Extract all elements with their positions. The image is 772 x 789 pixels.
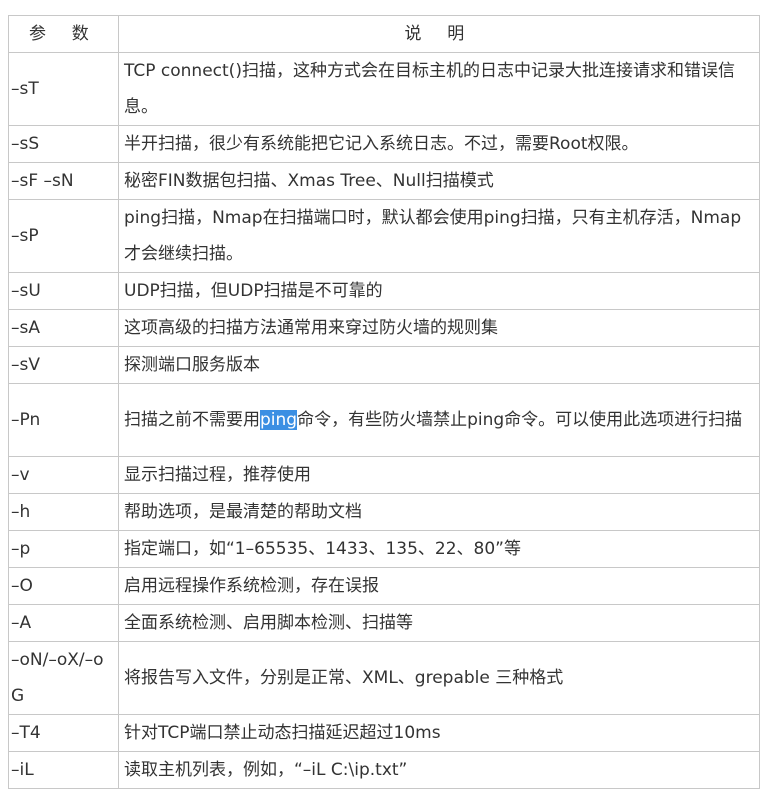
table-row: –sA 这项高级的扫描方法通常用来穿过防火墙的规则集	[8, 309, 760, 347]
description-cell: UDP扫描，但UDP扫描是不可靠的	[118, 272, 760, 310]
description-cell: 指定端口，如“1–65535、1433、135、22、80”等	[118, 530, 760, 568]
param-cell: –sV	[8, 346, 119, 384]
param-cell: –A	[8, 604, 119, 642]
table-row: –oN/–oX/–oG 将报告写入文件，分别是正常、XML、grepable 三…	[8, 641, 760, 715]
description-cell: 扫描之前不需要用ping命令，有些防火墙禁止ping命令。可以使用此选项进行扫描	[118, 383, 760, 457]
table-row: –v 显示扫描过程，推荐使用	[8, 456, 760, 494]
highlighted-selection[interactable]: ping	[260, 410, 298, 430]
table-row: –T4 针对TCP端口禁止动态扫描延迟超过10ms	[8, 714, 760, 752]
description-text: 命令，有些防火墙禁止ping命令。可以使用此选项进行扫描	[297, 410, 743, 430]
param-cell: –sT	[8, 52, 119, 126]
description-cell: 这项高级的扫描方法通常用来穿过防火墙的规则集	[118, 309, 760, 347]
param-cell: –Pn	[8, 383, 119, 457]
table-row: –O 启用远程操作系统检测，存在误报	[8, 567, 760, 605]
description-cell: 秘密FIN数据包扫描、Xmas Tree、Null扫描模式	[118, 162, 760, 200]
description-cell: 全面系统检测、启用脚本检测、扫描等	[118, 604, 760, 642]
table-row: –h 帮助选项，是最清楚的帮助文档	[8, 493, 760, 531]
param-cell: –O	[8, 567, 119, 605]
param-cell: –iL	[8, 751, 119, 789]
table-row: –iL 读取主机列表，例如，“–iL C:\ip.txt”	[8, 751, 760, 789]
param-cell: –sA	[8, 309, 119, 347]
description-cell: 半开扫描，很少有系统能把它记入系统日志。不过，需要Root权限。	[118, 125, 760, 163]
description-cell: 启用远程操作系统检测，存在误报	[118, 567, 760, 605]
param-cell: –p	[8, 530, 119, 568]
description-cell: 针对TCP端口禁止动态扫描延迟超过10ms	[118, 714, 760, 752]
param-cell: –oN/–oX/–oG	[8, 641, 119, 715]
description-cell: ping扫描，Nmap在扫描端口时，默认都会使用ping扫描，只有主机存活，Nm…	[118, 199, 760, 273]
table-row: –sV 探测端口服务版本	[8, 346, 760, 384]
param-cell: –T4	[8, 714, 119, 752]
table-row: –sP ping扫描，Nmap在扫描端口时，默认都会使用ping扫描，只有主机存…	[8, 199, 760, 273]
description-cell: 帮助选项，是最清楚的帮助文档	[118, 493, 760, 531]
param-cell: –sS	[8, 125, 119, 163]
param-cell: –sF –sN	[8, 162, 119, 200]
header-param: 参 数	[8, 15, 119, 53]
table-row: –sF –sN 秘密FIN数据包扫描、Xmas Tree、Null扫描模式	[8, 162, 760, 200]
table-row: –Pn 扫描之前不需要用ping命令，有些防火墙禁止ping命令。可以使用此选项…	[8, 383, 760, 457]
param-cell: –sU	[8, 272, 119, 310]
description-cell: 读取主机列表，例如，“–iL C:\ip.txt”	[118, 751, 760, 789]
description-cell: TCP connect()扫描，这种方式会在目标主机的日志中记录大批连接请求和错…	[118, 52, 760, 126]
description-cell: 显示扫描过程，推荐使用	[118, 456, 760, 494]
header-description: 说 明	[118, 15, 760, 53]
param-cell: –v	[8, 456, 119, 494]
description-cell: 将报告写入文件，分别是正常、XML、grepable 三种格式	[118, 641, 760, 715]
table-row: –A 全面系统检测、启用脚本检测、扫描等	[8, 604, 760, 642]
table-header-row: 参 数 说 明	[8, 15, 760, 53]
param-cell: –h	[8, 493, 119, 531]
table-row: –sS 半开扫描，很少有系统能把它记入系统日志。不过，需要Root权限。	[8, 125, 760, 163]
nmap-options-table: 参 数 说 明 –sT TCP connect()扫描，这种方式会在目标主机的日…	[8, 15, 760, 789]
table-row: –sT TCP connect()扫描，这种方式会在目标主机的日志中记录大批连接…	[8, 52, 760, 126]
description-text: 扫描之前不需要用	[124, 410, 260, 430]
table-row: –sU UDP扫描，但UDP扫描是不可靠的	[8, 272, 760, 310]
description-cell: 探测端口服务版本	[118, 346, 760, 384]
table-row: –p 指定端口，如“1–65535、1433、135、22、80”等	[8, 530, 760, 568]
param-cell: –sP	[8, 199, 119, 273]
